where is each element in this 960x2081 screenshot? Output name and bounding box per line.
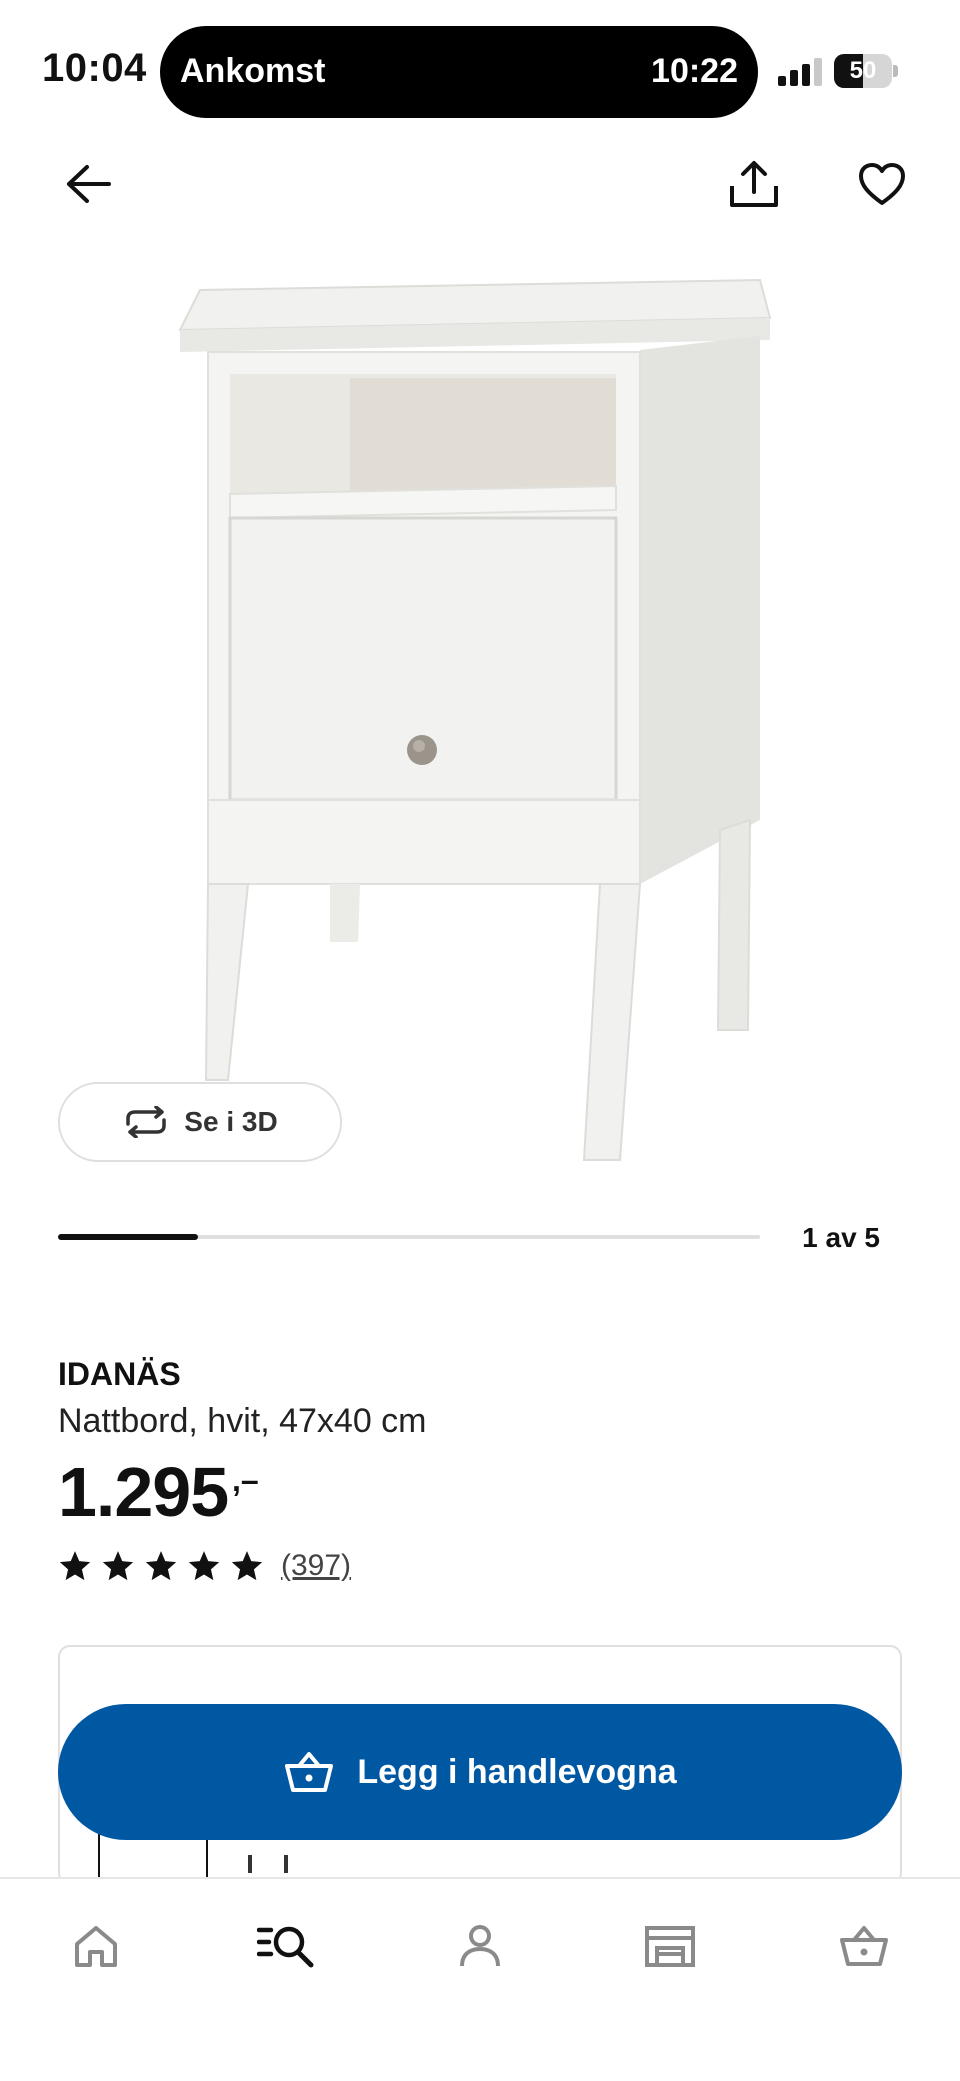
product-image[interactable]: [120, 270, 820, 1170]
cellular-signal-icon: [778, 56, 824, 86]
star-icon: [102, 1551, 134, 1581]
favorite-button[interactable]: [842, 144, 922, 224]
add-to-cart-label: Legg i handlevogna: [357, 1752, 677, 1791]
arrow-left-icon: [67, 165, 111, 203]
review-count-link[interactable]: (397): [281, 1549, 351, 1583]
add-to-cart-button[interactable]: Legg i handlevogna: [58, 1704, 902, 1840]
star-icon: [231, 1551, 263, 1581]
rating-stars: [58, 1549, 273, 1583]
battery-level: 50: [849, 57, 877, 84]
store-icon: [645, 1926, 695, 1967]
heart-icon: [859, 163, 905, 205]
view-3d-label: Se i 3D: [184, 1106, 278, 1137]
status-time: 10:04: [42, 46, 147, 90]
back-button[interactable]: [48, 144, 128, 224]
live-activity-pill[interactable]: Ankomst 10:22: [160, 26, 758, 118]
live-activity-label: Ankomst: [180, 52, 326, 90]
bottom-navigation: [0, 1877, 960, 2081]
live-activity-time: 10:22: [651, 52, 738, 90]
share-icon: [730, 161, 778, 207]
star-icon: [188, 1551, 220, 1581]
share-button[interactable]: [714, 144, 794, 224]
nav-profile[interactable]: [440, 1911, 520, 1981]
search-list-icon: [257, 1926, 314, 1968]
rotate-icon: [126, 1106, 167, 1138]
home-icon: [75, 1926, 117, 1967]
profile-icon: [460, 1925, 500, 1967]
price-suffix: ,–: [232, 1462, 259, 1498]
basket-icon: [840, 1926, 888, 1966]
star-icon: [59, 1551, 91, 1581]
battery-icon: 50: [834, 54, 898, 88]
star-icon: [145, 1551, 177, 1581]
status-bar: 10:04 Ankomst 10:22 50: [0, 0, 960, 130]
product-name: IDANÄS: [58, 1356, 181, 1392]
nav-cart[interactable]: [824, 1911, 904, 1981]
gallery-progress-bar: [58, 1234, 760, 1240]
nav-stores[interactable]: [630, 1911, 710, 1981]
product-price: 1.295: [58, 1453, 229, 1531]
nav-home[interactable]: [56, 1911, 136, 1981]
product-rating[interactable]: (397): [58, 1544, 351, 1588]
basket-icon: [285, 1752, 334, 1792]
gallery-progress-fill: [58, 1234, 199, 1240]
gallery-counter: 1 av 5: [802, 1222, 880, 1253]
nav-search[interactable]: [246, 1911, 326, 1981]
view-3d-button[interactable]: Se i 3D: [58, 1082, 342, 1162]
product-description: Nattbord, hvit, 47x40 cm: [58, 1402, 427, 1440]
